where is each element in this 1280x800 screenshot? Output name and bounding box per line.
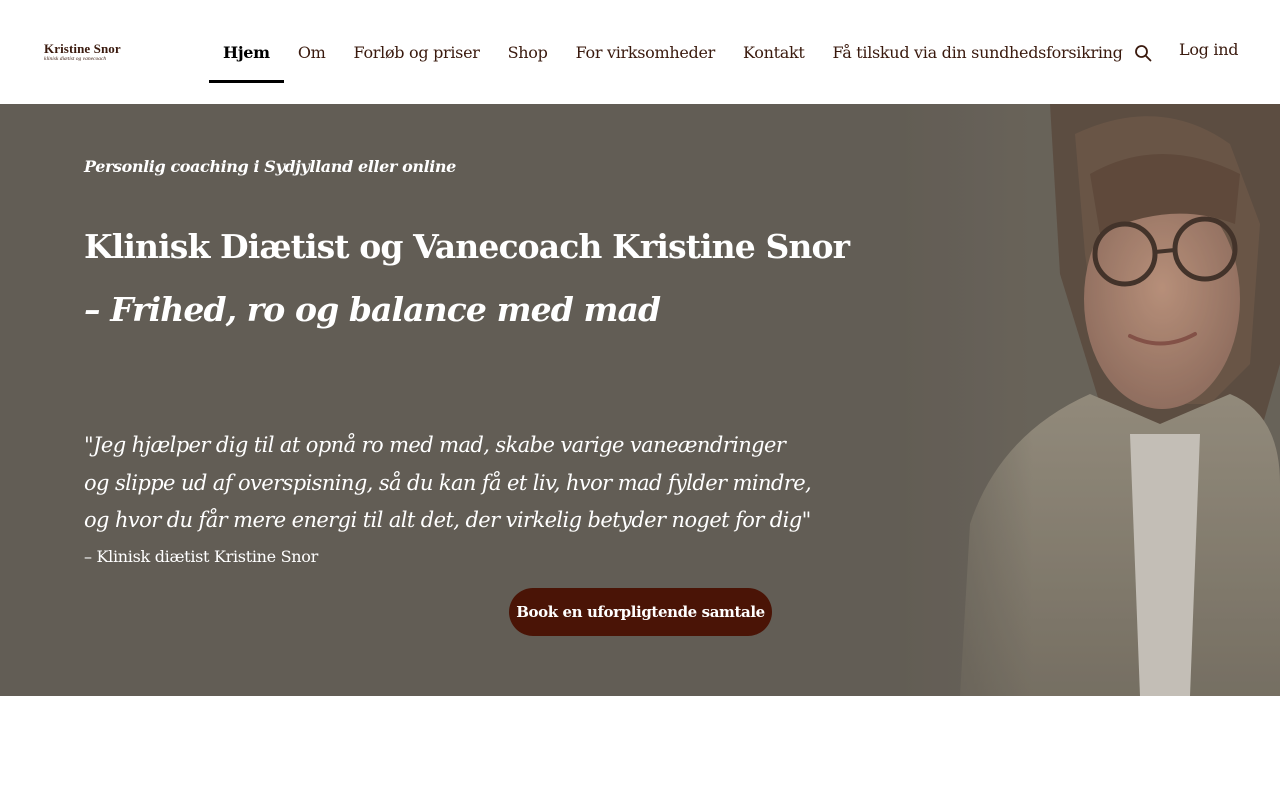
logo-name: Kristine Snor: [44, 41, 121, 56]
book-call-button[interactable]: Book en uforpligtende samtale: [509, 588, 772, 636]
search-icon: [1135, 45, 1152, 62]
login-link[interactable]: Log ind: [1179, 40, 1238, 59]
hero-kicker: Personlig coaching i Sydjylland eller on…: [84, 157, 456, 176]
portrait-image: [900, 104, 1280, 696]
hero-section: Personlig coaching i Sydjylland eller on…: [0, 104, 1280, 696]
nav-item-om[interactable]: Om: [284, 24, 340, 80]
hero-subtitle: – Frihed, ro og balance med mad: [84, 290, 661, 329]
logo[interactable]: Kristine Snor klinisk diætist og vanecoa…: [44, 42, 134, 68]
quote-line: og slippe ud af overspisning, så du kan …: [84, 470, 812, 495]
nav-item-shop[interactable]: Shop: [494, 24, 562, 80]
quote-line: "Jeg hjælper dig til at opnå ro med mad,…: [84, 433, 786, 457]
nav-item-forloeb-og-priser[interactable]: Forløb og priser: [340, 24, 494, 80]
logo-tagline: klinisk diætist og vanecoach: [44, 56, 107, 62]
nav-item-tilskud[interactable]: Få tilskud via din sundhedsforsikring: [819, 24, 1137, 80]
site-header: Kristine Snor klinisk diætist og vanecoa…: [0, 0, 1280, 104]
nav-item-kontakt[interactable]: Kontakt: [729, 24, 818, 80]
quote-attribution: – Klinisk diætist Kristine Snor: [84, 547, 318, 566]
hero-title: Klinisk Diætist og Vanecoach Kristine Sn…: [84, 227, 850, 266]
hero-quote: "Jeg hjælper dig til at opnå ro med mad,…: [84, 427, 814, 540]
main-nav: Hjem Om Forløb og priser Shop For virkso…: [209, 24, 1137, 84]
nav-item-for-virksomheder[interactable]: For virksomheder: [562, 24, 729, 80]
nav-item-hjem[interactable]: Hjem: [209, 24, 284, 83]
quote-line: og hvor du får mere energi til alt det, …: [84, 508, 811, 532]
search-button[interactable]: [1132, 42, 1154, 64]
